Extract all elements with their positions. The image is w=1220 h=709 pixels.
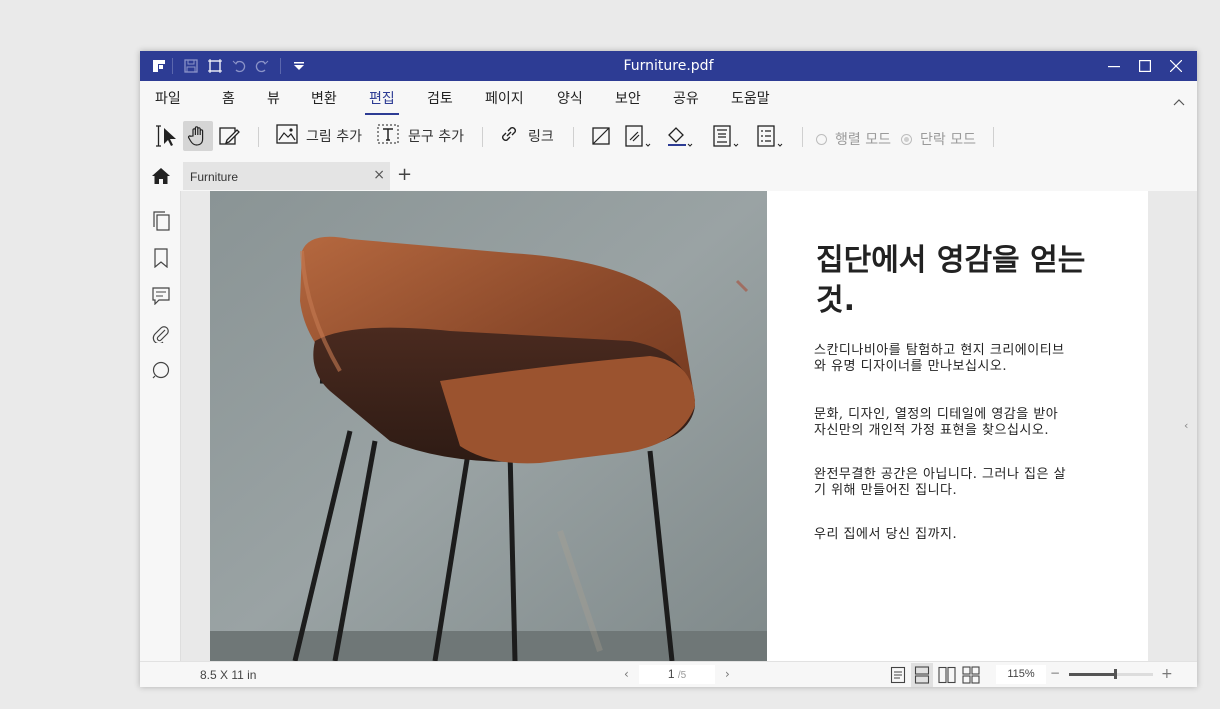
menu-view[interactable]: 뷰 [267, 88, 280, 108]
menu-bar: 파일 홈 뷰 변환 편집 검토 페이지 양식 보안 공유 도움말 [140, 81, 1197, 115]
add-image-button[interactable]: 그림 추가 [276, 121, 362, 151]
toolbar-separator [482, 127, 483, 147]
paragraph-mode-label: 단락 모드 [920, 132, 976, 148]
paragraph: 우리 집에서 당신 집까지. [814, 527, 958, 542]
prev-page-button[interactable]: ‹ [624, 667, 629, 681]
zoom-out-button[interactable]: − [1050, 666, 1060, 680]
title-bar: Furniture.pdf [140, 51, 1197, 81]
toolbar-separator [573, 127, 574, 147]
toolbar-separator [993, 127, 994, 147]
document-tab-label: Furniture [190, 170, 239, 184]
background-tool[interactable] [666, 121, 696, 151]
add-text-button[interactable]: 문구 추가 [376, 121, 464, 151]
zoom-slider[interactable] [1069, 669, 1153, 679]
menu-share[interactable]: 공유 [673, 88, 699, 108]
hand-tool[interactable] [183, 121, 213, 151]
paragraph: 문화, 디자인, 열정의 디테일에 영감을 받아 자신만의 개인적 가정 표현을… [814, 407, 1059, 438]
toolbar-separator [258, 127, 259, 147]
continuous-view-icon[interactable] [911, 663, 933, 687]
total-pages: /5 [677, 670, 687, 681]
zoom-level-input[interactable]: 115% [996, 665, 1046, 684]
document-tab[interactable]: Furniture × [183, 162, 390, 190]
page-number-input[interactable]: 1 /5 [639, 665, 715, 684]
window-title: Furniture.pdf [623, 58, 714, 74]
tab-close-icon[interactable]: × [373, 167, 385, 183]
document-viewer[interactable]: 집단에서 영감을 얻는것. 스칸디나비아를 탐험하고 현지 크리에이티브와 유명… [181, 191, 1197, 661]
edit-tool[interactable] [218, 121, 240, 151]
line-mode-radio[interactable]: 행렬 모드 [816, 129, 891, 149]
bookmark-icon[interactable] [151, 248, 171, 268]
menu-review[interactable]: 검토 [427, 88, 453, 108]
add-image-label: 그림 추가 [306, 129, 362, 145]
expand-right-panel-icon[interactable]: ‹ [1184, 419, 1188, 432]
paragraph: 스칸디나비아를 탐험하고 현지 크리에이티브와 유명 디자이너를 만나보십시오. [814, 343, 1065, 374]
paragraph: 완전무결한 공간은 아닙니다. 그러나 집은 살기 위해 만들어진 집니다. [814, 467, 1067, 498]
menu-file[interactable]: 파일 [155, 88, 181, 108]
menu-security[interactable]: 보안 [615, 88, 641, 108]
single-page-view-icon[interactable] [890, 666, 906, 687]
minimize-button[interactable] [1104, 56, 1124, 76]
grid-view-icon[interactable] [962, 666, 980, 687]
current-page: 1 [667, 667, 675, 681]
collapse-ribbon-icon[interactable] [1173, 91, 1185, 110]
header-footer-tool[interactable] [712, 121, 742, 151]
page-size-label: 8.5 X 11 in [200, 668, 257, 682]
menu-page[interactable]: 페이지 [485, 88, 524, 108]
status-bar: 8.5 X 11 in ‹ 1 /5 › 115% − + [140, 661, 1197, 687]
radio-dot [816, 133, 827, 145]
image-icon [276, 124, 298, 148]
menu-convert[interactable]: 변환 [311, 88, 337, 108]
link-icon [498, 123, 520, 149]
edit-toolbar: 그림 추가 문구 추가 링크 행렬 모드 단락 모드 [140, 117, 1197, 155]
new-tab-button[interactable]: + [397, 164, 412, 185]
zoom-in-button[interactable]: + [1161, 666, 1173, 682]
chair-photo [210, 191, 767, 661]
thumbnails-icon[interactable] [151, 211, 171, 231]
add-text-label: 문구 추가 [408, 129, 464, 145]
crop-page-tool[interactable] [590, 121, 612, 151]
maximize-button[interactable] [1135, 56, 1155, 76]
next-page-button[interactable]: › [725, 667, 730, 681]
left-sidebar: › [140, 191, 188, 661]
pdf-page: 집단에서 영감을 얻는것. 스칸디나비아를 탐험하고 현지 크리에이티브와 유명… [210, 191, 1148, 661]
menu-help[interactable]: 도움말 [731, 88, 770, 108]
watermark-tool[interactable] [624, 121, 654, 151]
two-page-view-icon[interactable] [938, 666, 956, 687]
menu-form[interactable]: 양식 [557, 88, 583, 108]
paragraph-mode-radio[interactable]: 단락 모드 [901, 129, 976, 149]
line-mode-label: 행렬 모드 [835, 132, 891, 148]
app-window: Furniture.pdf 파일 홈 뷰 변환 편집 검토 페이지 양식 보안 … [140, 51, 1197, 687]
link-button[interactable]: 링크 [498, 121, 554, 151]
page-heading: 집단에서 영감을 얻는것. [816, 243, 1086, 318]
bates-number-tool[interactable] [756, 121, 786, 151]
attachment-icon[interactable] [151, 323, 171, 343]
zoom-slider-handle[interactable] [1114, 669, 1118, 679]
document-tabs: Furniture × + [140, 161, 1197, 191]
select-text-tool[interactable] [154, 121, 180, 151]
zoom-slider-fill [1069, 673, 1116, 676]
search-icon[interactable] [151, 360, 171, 380]
menu-edit[interactable]: 편집 [365, 88, 399, 115]
close-button[interactable] [1166, 56, 1186, 76]
link-label: 링크 [528, 129, 554, 145]
radio-dot [901, 133, 912, 145]
home-icon[interactable] [151, 167, 171, 189]
menu-home[interactable]: 홈 [222, 88, 235, 108]
comment-icon[interactable] [151, 286, 171, 306]
toolbar-separator [802, 127, 803, 147]
text-box-icon [376, 123, 400, 149]
